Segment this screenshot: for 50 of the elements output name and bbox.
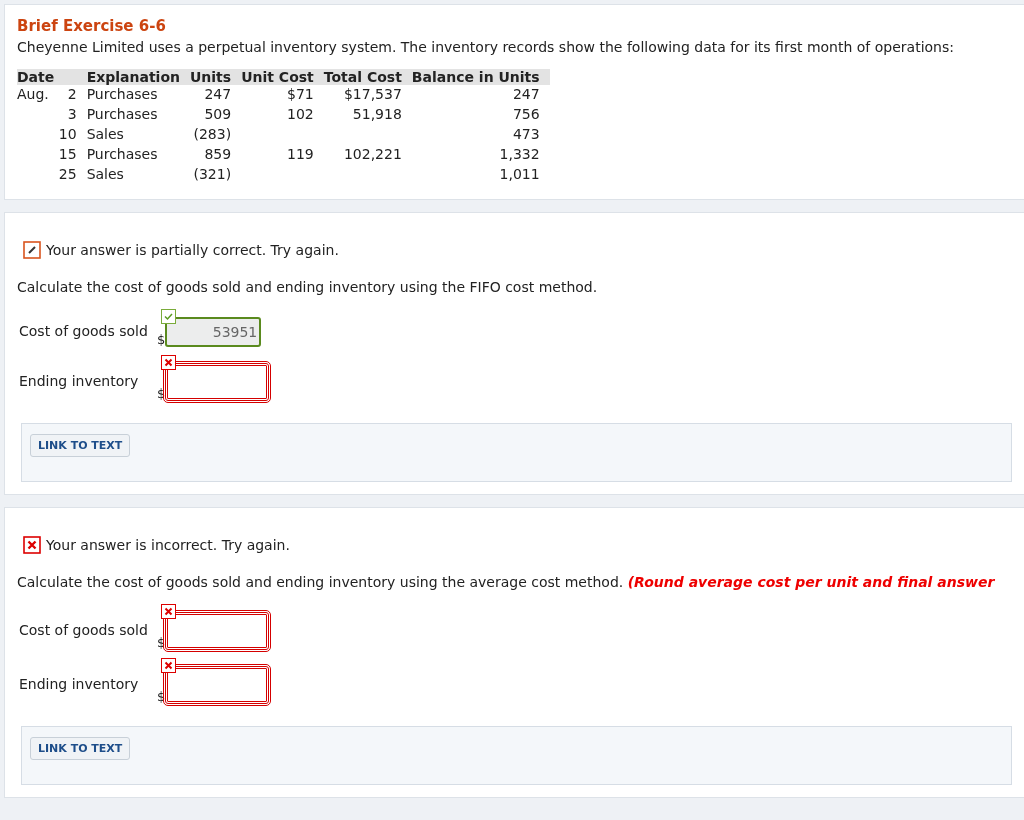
link-to-text-button[interactable]: LINK TO TEXT xyxy=(30,737,131,760)
balance-cell: 1,011 xyxy=(499,166,540,182)
total-cost-cell: 51,918 xyxy=(352,106,402,122)
answer-field[interactable] xyxy=(165,612,270,650)
column-header: Explanation xyxy=(86,69,190,85)
day-cell: 10 xyxy=(58,126,77,142)
total-cost-cell: $17,537 xyxy=(343,86,402,102)
explanation-cell: Sales xyxy=(86,126,124,142)
day-cell: 2 xyxy=(67,86,77,102)
day-cell: 3 xyxy=(67,106,77,122)
day-cell: 25 xyxy=(58,166,77,182)
month-cell: Aug. xyxy=(17,86,49,102)
total-cost-cell: 102,221 xyxy=(343,146,402,162)
exercise-description: Cheyenne Limited uses a perpetual inventory system. The inventory records show the following data for its first month of operations: xyxy=(17,39,955,55)
currency-sign: $ xyxy=(157,332,166,347)
answer-field[interactable] xyxy=(165,363,270,401)
units-cell: (283) xyxy=(193,126,232,142)
instruction-text: Calculate the cost of goods sold and ending inventory using the average cost method. (Round average cost per unit and final answer xyxy=(17,574,996,590)
balance-cell: 756 xyxy=(512,106,540,122)
field-label: Cost of goods sold xyxy=(19,621,149,638)
column-header: Units xyxy=(190,69,242,85)
answer-field[interactable] xyxy=(165,666,270,704)
answer-field[interactable]: 53951 xyxy=(165,317,262,347)
column-header: Total Cost xyxy=(323,69,412,85)
units-cell: 509 xyxy=(204,106,232,122)
column-header: Balance in Units xyxy=(411,69,550,85)
feedback-text: Your answer is partially correct. Try again. xyxy=(46,242,339,258)
balance-cell: 473 xyxy=(512,126,540,142)
feedback-text: Your answer is incorrect. Try again. xyxy=(46,537,290,553)
unit-cost-cell: 102 xyxy=(287,106,314,122)
column-header: Unit Cost xyxy=(241,69,324,85)
units-cell: (321) xyxy=(193,166,232,182)
field-label: Ending inventory xyxy=(19,675,140,692)
unit-cost-cell: $71 xyxy=(287,86,314,102)
explanation-cell: Purchases xyxy=(86,86,158,102)
field-label: Ending inventory xyxy=(19,372,140,389)
column-header: Date xyxy=(17,69,87,85)
units-cell: 859 xyxy=(204,146,232,162)
explanation-cell: Purchases xyxy=(86,106,158,122)
exercise-title: Brief Exercise 6-6 xyxy=(17,17,167,35)
explanation-cell: Sales xyxy=(86,166,124,182)
link-to-text-button[interactable]: LINK TO TEXT xyxy=(30,434,131,457)
explanation-cell: Purchases xyxy=(86,146,158,162)
balance-cell: 247 xyxy=(512,86,540,102)
day-cell: 15 xyxy=(58,146,77,162)
units-cell: 247 xyxy=(204,86,232,102)
field-label: Cost of goods sold xyxy=(19,322,149,339)
instruction-text: Calculate the cost of goods sold and ending inventory using the FIFO cost method. xyxy=(17,279,599,295)
unit-cost-cell: 119 xyxy=(287,146,314,162)
balance-cell: 1,332 xyxy=(499,146,540,162)
